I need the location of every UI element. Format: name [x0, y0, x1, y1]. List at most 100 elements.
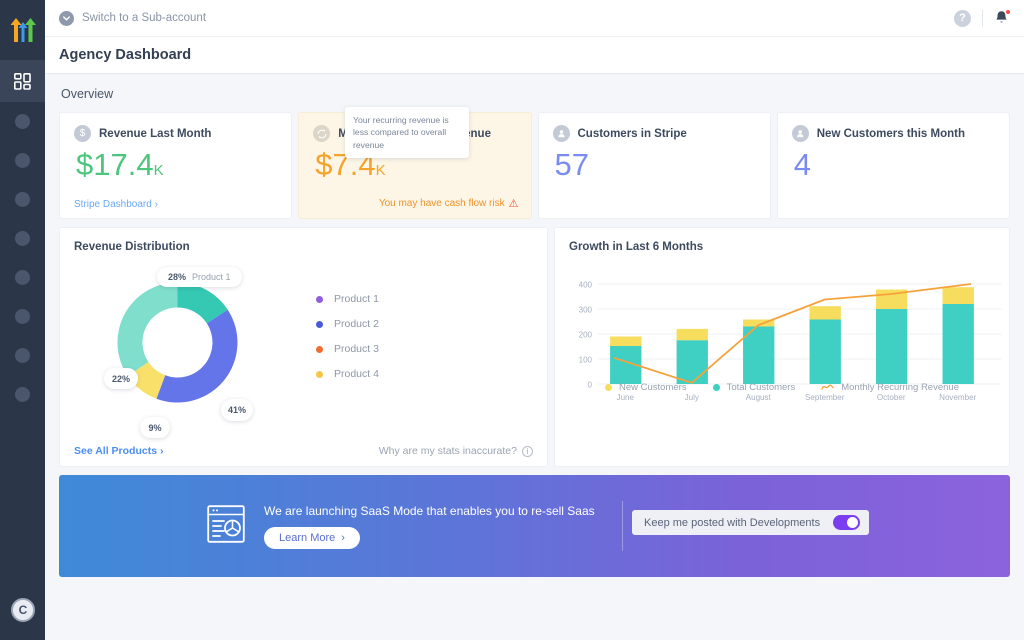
donut-segment-product-2[interactable]	[156, 310, 237, 403]
legend-item-product-4[interactable]: Product 4	[316, 368, 379, 380]
stat-title: Customers in Stripe	[578, 128, 687, 140]
bar-new-november[interactable]	[943, 287, 974, 304]
legend-dot-icon	[316, 296, 323, 303]
donut-callout-right: 41%	[221, 399, 253, 421]
legend-label: Product 4	[334, 368, 379, 380]
avatar[interactable]: C	[11, 598, 35, 622]
donut-segment-product-4[interactable]	[117, 283, 177, 377]
legend-item-new-customers[interactable]: New Customers	[605, 378, 687, 396]
chevron-right-icon: ›	[341, 532, 345, 544]
notification-dot	[1005, 9, 1011, 15]
svg-text:300: 300	[579, 305, 593, 314]
donut-callout-left: 22%	[104, 368, 138, 389]
stat-number: 57	[555, 147, 589, 182]
sidebar-item-7[interactable]	[0, 336, 45, 375]
legend-dot-icon	[605, 384, 612, 391]
sidebar-item-dashboard[interactable]	[0, 60, 45, 102]
see-all-products-label: See All Products	[74, 445, 157, 457]
stat-value: $17.4K	[76, 148, 277, 182]
developments-toggle-group[interactable]: Keep me posted with Developments	[632, 510, 869, 535]
donut-callout-product-1: 28% Product 1	[157, 267, 242, 287]
sidebar-item-4[interactable]	[0, 219, 45, 258]
stripe-dashboard-link[interactable]: Stripe Dashboard ›	[74, 199, 158, 210]
cash-flow-tooltip: Your recurring revenue is less compared …	[345, 107, 469, 158]
donut-chart: 28% Product 1 22% 9% 41%	[60, 257, 310, 422]
bar-new-september[interactable]	[810, 306, 841, 319]
topbar-actions: ?	[954, 10, 1010, 27]
stat-card-revenue-last-month[interactable]: $ Revenue Last Month $17.4K Stripe Dashb…	[59, 112, 292, 219]
stat-value: 4	[794, 148, 995, 182]
svg-text:100: 100	[579, 355, 593, 364]
growth-chart-title: Growth in Last 6 Months	[555, 228, 1009, 253]
nav-placeholder-icon	[15, 192, 30, 207]
chart-row: Revenue Distribution	[59, 227, 1010, 467]
sidebar-item-5[interactable]	[0, 258, 45, 297]
app-logo[interactable]	[0, 0, 45, 60]
help-icon[interactable]: ?	[954, 10, 971, 27]
legend-dot-icon	[316, 371, 323, 378]
user-plus-icon	[792, 125, 809, 142]
chevron-down-icon	[59, 11, 74, 26]
legend-dot-icon	[316, 321, 323, 328]
donut-legend: Product 1 Product 2 Product 3	[310, 257, 379, 422]
bar-total-september[interactable]	[810, 320, 841, 385]
learn-more-label: Learn More	[279, 532, 335, 544]
notification-bell-icon[interactable]	[994, 10, 1010, 27]
bar-total-november[interactable]	[943, 304, 974, 384]
legend-item-product-1[interactable]: Product 1	[316, 293, 379, 305]
saas-mode-banner: We are launching SaaS Mode that enables …	[59, 475, 1010, 577]
legend-item-product-3[interactable]: Product 3	[316, 343, 379, 355]
main-area: Switch to a Sub-account ? Agency Dashboa…	[45, 0, 1024, 640]
content-area: Overview $ Revenue Last Month $17.4K Str…	[45, 74, 1024, 640]
bar-total-october[interactable]	[876, 309, 907, 384]
info-icon: i	[522, 446, 533, 457]
stat-title: Revenue Last Month	[99, 128, 211, 140]
legend-item-product-2[interactable]: Product 2	[316, 318, 379, 330]
stat-card-customers-in-stripe[interactable]: Customers in Stripe 57	[538, 112, 771, 219]
avatar-initial: C	[19, 603, 28, 617]
cash-flow-risk-warning[interactable]: You may have cash flow risk ⚠	[379, 197, 519, 210]
sidebar-item-8[interactable]	[0, 375, 45, 414]
sidebar-item-2[interactable]	[0, 141, 45, 180]
line-monthly-recurring-revenue[interactable]	[614, 284, 971, 383]
dashboard-app: C Switch to a Sub-account ? Agency Dashb…	[0, 0, 1024, 640]
revenue-distribution-card: Revenue Distribution	[59, 227, 548, 467]
sidebar-item-3[interactable]	[0, 180, 45, 219]
nav-placeholder-icon	[15, 153, 30, 168]
legend-label: Monthly Recurring Revenue	[841, 382, 959, 393]
growth-chart-legend: New Customers Total Customers Monthly	[555, 378, 1009, 396]
top-bar: Switch to a Sub-account ?	[45, 0, 1024, 37]
switch-subaccount-button[interactable]: Switch to a Sub-account	[59, 11, 206, 26]
page-header: Agency Dashboard	[45, 37, 1024, 74]
legend-label: New Customers	[619, 382, 687, 393]
donut-footer: See All Products › Why are my stats inac…	[60, 445, 547, 457]
see-all-products-link[interactable]: See All Products ›	[74, 445, 163, 457]
wave-line-icon	[821, 378, 834, 396]
legend-item-monthly-recurring-revenue[interactable]: Monthly Recurring Revenue	[821, 378, 959, 396]
stat-number: 4	[794, 147, 811, 182]
legend-label: Product 2	[334, 318, 379, 330]
donut-svg	[110, 275, 245, 410]
why-stats-inaccurate-link[interactable]: Why are my stats inaccurate? i	[379, 445, 533, 457]
bar-new-june[interactable]	[610, 337, 641, 347]
legend-item-total-customers[interactable]: Total Customers	[713, 378, 796, 396]
nav-placeholder-icon	[15, 114, 30, 129]
stripe-dashboard-label: Stripe Dashboard	[74, 199, 152, 210]
stat-unit: K	[376, 162, 386, 179]
learn-more-button[interactable]: Learn More ›	[264, 527, 360, 549]
legend-label: Product 3	[334, 343, 379, 355]
sidebar-item-6[interactable]	[0, 297, 45, 336]
cash-flow-risk-label: You may have cash flow risk	[379, 198, 505, 209]
nav-placeholder-icon	[15, 270, 30, 285]
developments-toggle-switch[interactable]	[833, 515, 860, 530]
bar-new-july[interactable]	[677, 329, 708, 340]
stat-header: New Customers this Month	[792, 125, 995, 142]
toolbar-divider	[982, 10, 983, 27]
stat-card-new-customers-this-month[interactable]: New Customers this Month 4	[777, 112, 1010, 219]
sidebar-item-1[interactable]	[0, 102, 45, 141]
legend-dot-icon	[713, 384, 720, 391]
chevron-right-icon: ›	[160, 445, 164, 457]
stat-title: New Customers this Month	[817, 128, 965, 140]
revenue-distribution-title: Revenue Distribution	[60, 228, 547, 253]
sidebar: C	[0, 0, 45, 640]
